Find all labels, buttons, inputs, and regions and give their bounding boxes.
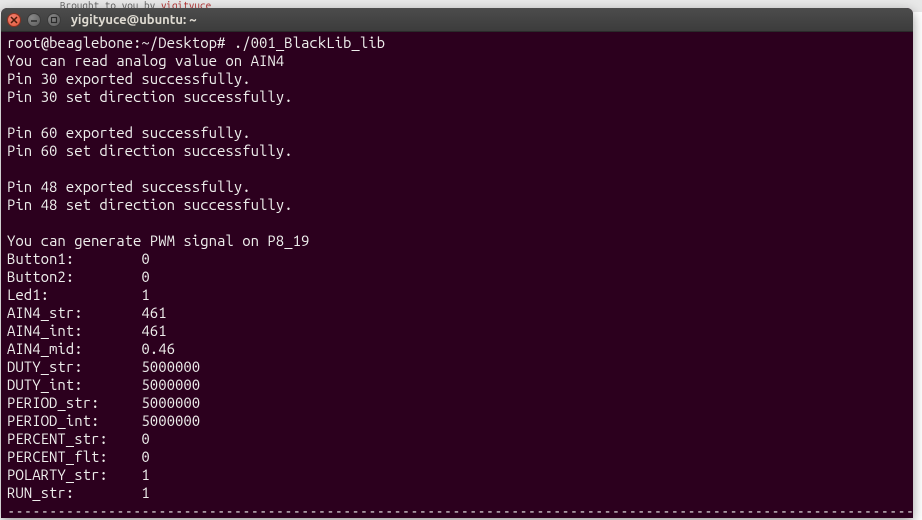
output-line: AIN4_int: 461 [7,322,167,339]
output-line: Led1: 1 [7,286,150,303]
output-line: PERIOD_str: 5000000 [7,394,200,411]
output-line: PERCENT_str: 0 [7,430,150,447]
close-button[interactable] [7,13,21,27]
output-line: PERIOD_int: 5000000 [7,412,200,429]
output-line: Pin 30 set direction successfully. [7,88,293,105]
title-bar[interactable]: yigityuce@ubuntu: ~ [1,8,913,32]
output-line: You can generate PWM signal on P8_19 [7,232,309,249]
output-line: Pin 48 exported successfully. [7,178,251,195]
maximize-button[interactable] [47,13,61,27]
output-line: AIN4_str: 461 [7,304,167,321]
output-line: Pin 30 exported successfully. [7,70,251,87]
output-line: DUTY_int: 5000000 [7,376,200,393]
output-line: Button2: 0 [7,268,150,285]
output-line: Pin 60 set direction successfully. [7,142,293,159]
output-line: RUN_str: 1 [7,484,150,501]
output-line: You can read analog value on AIN4 [7,52,284,69]
terminal-window: yigityuce@ubuntu: ~ root@beaglebone:~/De… [1,8,913,518]
minimize-icon [30,16,38,24]
output-line: Pin 60 exported successfully. [7,124,251,141]
maximize-icon [50,16,58,24]
output-line: AIN4_mid: 0.46 [7,340,175,357]
output-line: Pin 48 set direction successfully. [7,196,293,213]
prompt: root@beaglebone:~/Desktop# [7,34,234,51]
output-line: Button1: 0 [7,250,150,267]
window-title: yigityuce@ubuntu: ~ [71,13,197,27]
output-line: PERCENT_flt: 0 [7,448,150,465]
output-line: DUTY_str: 5000000 [7,358,200,375]
minimize-button[interactable] [27,13,41,27]
command: ./001_BlackLib_lib [234,34,385,51]
output-line: POLARTY_str: 1 [7,466,150,483]
output-line: ----------------------------------------… [7,502,913,518]
terminal-body[interactable]: root@beaglebone:~/Desktop# ./001_BlackLi… [1,32,913,518]
window-buttons [7,13,61,27]
close-icon [10,16,18,24]
